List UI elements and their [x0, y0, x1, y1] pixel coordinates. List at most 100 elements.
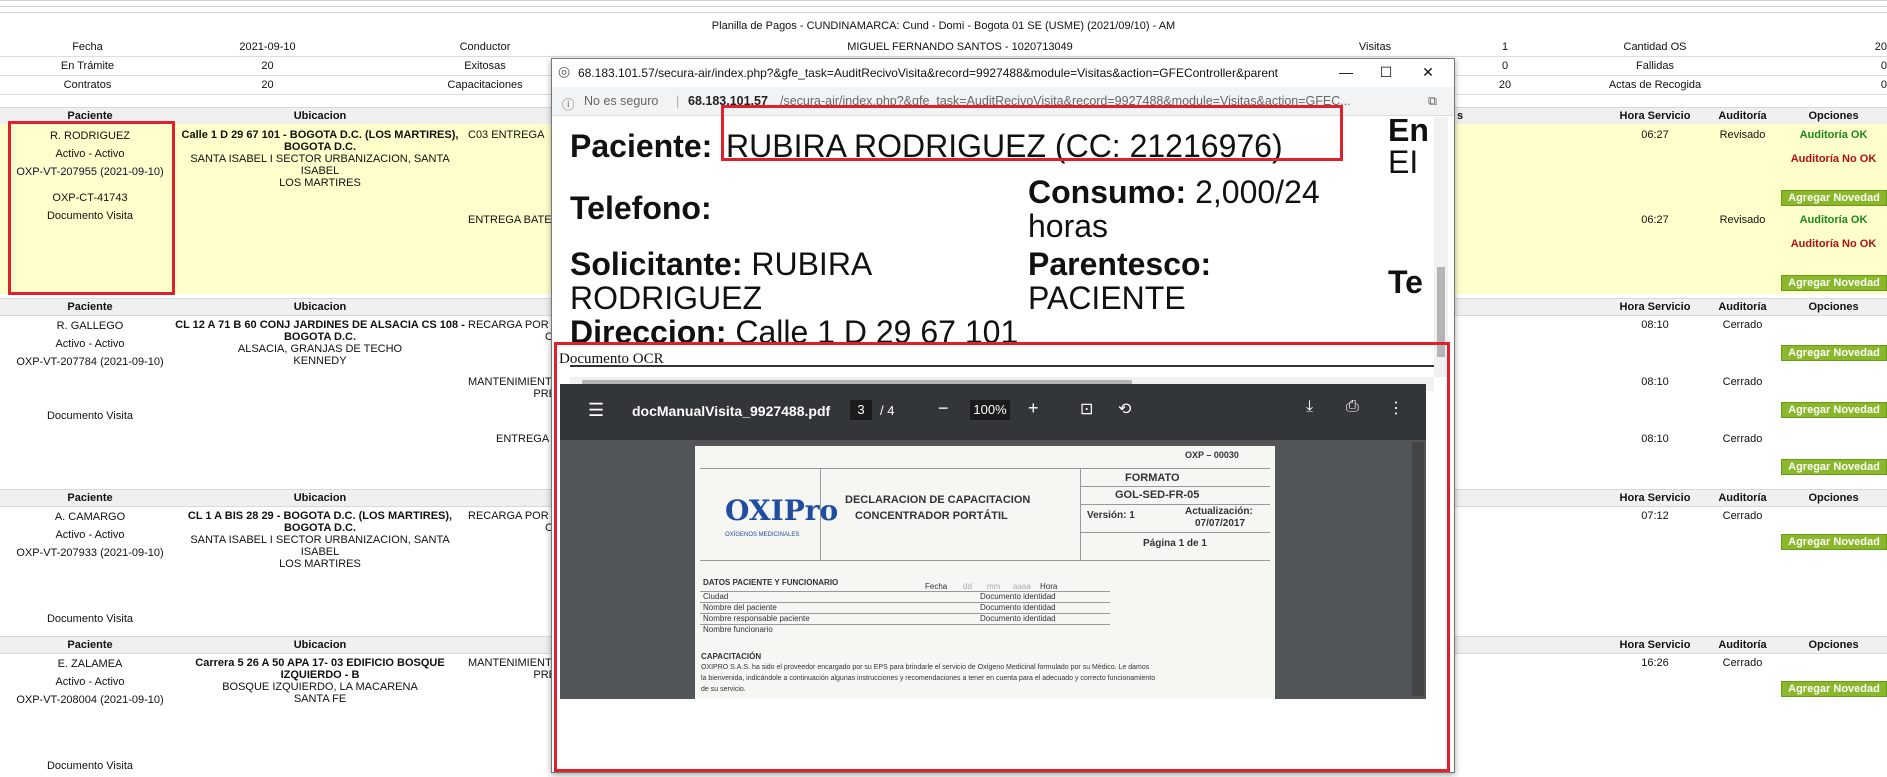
- summary-label: Contratos: [63, 79, 112, 91]
- document-link[interactable]: Documento Visita: [10, 409, 170, 423]
- audit-not-ok-link[interactable]: Auditoría No OK: [1780, 153, 1887, 165]
- doc-hora: Hora: [1040, 582, 1058, 591]
- header-hora: Hora Servicio: [1619, 639, 1691, 651]
- globe-icon: ◎: [558, 63, 571, 79]
- download-icon[interactable]: ⤓: [1306, 398, 1313, 416]
- add-novelty-button[interactable]: Agregar Novedad: [1781, 345, 1887, 361]
- service-time: 16:26: [1641, 657, 1669, 669]
- pdf-body: OXP – 00030 OXIPro OXÍGENOS MEDICINALES …: [560, 440, 1426, 699]
- summary-label: Conductor: [459, 41, 511, 53]
- summary-label: Fallidas: [1636, 60, 1674, 72]
- ocr-label: Documento OCR: [559, 351, 664, 367]
- summary-value: 20: [261, 60, 274, 72]
- summary-label: Actas de Recogida: [1608, 79, 1702, 91]
- translate-icon[interactable]: ⧉: [1428, 94, 1437, 109]
- consumo-value: 2,000/24: [1195, 174, 1320, 210]
- paciente-label: Paciente:: [570, 128, 713, 164]
- summary-value: 1: [1501, 41, 1509, 53]
- zoom-input[interactable]: 100%: [970, 400, 1010, 420]
- summary-value: 20: [261, 79, 274, 91]
- header-opciones: Opciones: [1808, 110, 1859, 122]
- summary-label: Visitas: [1358, 41, 1392, 53]
- service-time: 08:10: [1641, 319, 1669, 331]
- summary-value: 2021-09-10: [239, 41, 296, 53]
- audit-not-ok-link[interactable]: Auditoría No OK: [1780, 238, 1887, 250]
- more-options-icon[interactable]: ⋮: [1388, 398, 1404, 418]
- fit-page-icon[interactable]: ⊡: [1080, 399, 1093, 419]
- doc-codigo: GOL-SED-FR-05: [1115, 489, 1200, 501]
- audit-status: Revisado: [1719, 129, 1766, 141]
- maximize-icon[interactable]: ☐: [1366, 61, 1406, 83]
- doc-cap-text: de su servicio.: [701, 686, 746, 693]
- close-icon[interactable]: ✕: [1408, 61, 1448, 83]
- patient-name: E. ZALAMEA: [57, 658, 123, 670]
- rotate-icon[interactable]: ⟲: [1118, 399, 1131, 419]
- add-novelty-button[interactable]: Agregar Novedad: [1781, 534, 1887, 550]
- address-neighborhood-2: ISABEL: [300, 546, 340, 558]
- pdf-toolbar: ☰ docManualVisita_9927488.pdf 3 / 4 − 10…: [560, 384, 1426, 440]
- visit-code[interactable]: OXP-VT-208004 (2021-09-10): [10, 693, 170, 707]
- summary-row: Fecha 2021-09-10 Conductor MIGUEL FERNAN…: [0, 38, 1887, 57]
- vertical-scrollbar[interactable]: [1434, 117, 1448, 377]
- header-opciones: Opciones: [1808, 492, 1859, 504]
- doc-code: OXP – 00030: [1185, 450, 1239, 460]
- audit-status: Cerrado: [1722, 319, 1763, 331]
- summary-label: Fecha: [72, 41, 103, 53]
- highlight-box: [721, 105, 1343, 161]
- print-icon[interactable]: ⎙: [1346, 398, 1359, 416]
- header-paciente: Paciente: [67, 492, 113, 504]
- header-hora: Hora Servicio: [1619, 301, 1691, 313]
- audit-status: Cerrado: [1722, 510, 1763, 522]
- solicitante-label: Solicitante:: [570, 246, 743, 282]
- service-time: 07:12: [1641, 510, 1669, 522]
- header-opciones: Opciones: [1808, 639, 1859, 651]
- page-input[interactable]: 3: [850, 400, 872, 420]
- visit-code[interactable]: OXP-VT-207784 (2021-09-10): [10, 355, 170, 369]
- header-auditoria: Auditoría: [1718, 492, 1767, 504]
- add-novelty-button[interactable]: Agregar Novedad: [1781, 459, 1887, 475]
- patient-status: Activo - Activo: [55, 676, 125, 688]
- order-line: MANTENIMIENT: [468, 657, 552, 669]
- header-ubicacion: Ubicacion: [293, 492, 347, 504]
- popup-titlebar[interactable]: ◎ 68.183.101.57/secura-air/index.php?&gf…: [552, 59, 1454, 88]
- parentesco-value: PACIENTE: [1028, 280, 1186, 316]
- minimize-icon[interactable]: —: [1326, 61, 1366, 83]
- company-logo: OXIPro: [725, 494, 839, 527]
- popup-title: 68.183.101.57/secura-air/index.php?&gfe_…: [578, 66, 1278, 80]
- pdf-filename: docManualVisita_9927488.pdf: [632, 403, 831, 419]
- doc-title: DECLARACION DE CAPACITACION: [845, 494, 1031, 506]
- header-opciones: Opciones: [1808, 301, 1859, 313]
- doc-mm: mm: [987, 582, 1001, 591]
- address-city: BOGOTA D.C.: [283, 522, 357, 534]
- warning-icon: ⓘ: [562, 98, 575, 112]
- address-neighborhood: BOSQUE IZQUIERDO, LA MACARENA: [222, 681, 418, 693]
- zoom-out-icon[interactable]: −: [938, 398, 949, 419]
- document-link[interactable]: Documento Visita: [10, 612, 170, 626]
- location-cell: CL 12 A 71 B 60 CONJ JARDINES DE ALSACIA…: [175, 319, 465, 367]
- menu-icon[interactable]: ☰: [588, 400, 604, 421]
- order-line: CI: [468, 522, 558, 534]
- add-novelty-button[interactable]: Agregar Novedad: [1781, 402, 1887, 418]
- audit-ok-link[interactable]: Auditoría OK: [1780, 214, 1887, 226]
- order-item: RECARGA PORCI: [468, 319, 558, 343]
- doc-fecha: 07/07/2017: [1195, 518, 1246, 529]
- add-novelty-button[interactable]: Agregar Novedad: [1781, 275, 1887, 291]
- header-paciente: Paciente: [67, 301, 113, 313]
- parentesco-label: Parentesco:: [1028, 246, 1212, 282]
- service-time: 06:27: [1641, 214, 1669, 226]
- zoom-in-icon[interactable]: +: [1028, 398, 1039, 419]
- summary-value: MIGUEL FERNANDO SANTOS - 1020713049: [847, 41, 1073, 53]
- header-ubicacion: Ubicacion: [293, 301, 347, 313]
- add-novelty-button[interactable]: Agregar Novedad: [1781, 681, 1887, 697]
- location-cell: CL 1 A BIS 28 29 - BOGOTA D.C. (LOS MART…: [175, 510, 465, 570]
- visit-code[interactable]: OXP-VT-207933 (2021-09-10): [10, 546, 170, 560]
- summary-value: 20: [1874, 41, 1887, 53]
- doc-docid: Documento identidad: [980, 603, 1056, 612]
- patient-cell: R. GALLEGO Activo - Activo OXP-VT-207784…: [10, 319, 170, 427]
- audit-ok-link[interactable]: Auditoría OK: [1780, 129, 1887, 141]
- pdf-page: OXP – 00030 OXIPro OXÍGENOS MEDICINALES …: [695, 446, 1275, 699]
- add-novelty-button[interactable]: Agregar Novedad: [1781, 190, 1887, 206]
- order-line: PRE: [533, 388, 556, 400]
- pdf-scrollbar[interactable]: [1412, 442, 1424, 696]
- header-auditoria: Auditoría: [1718, 301, 1767, 313]
